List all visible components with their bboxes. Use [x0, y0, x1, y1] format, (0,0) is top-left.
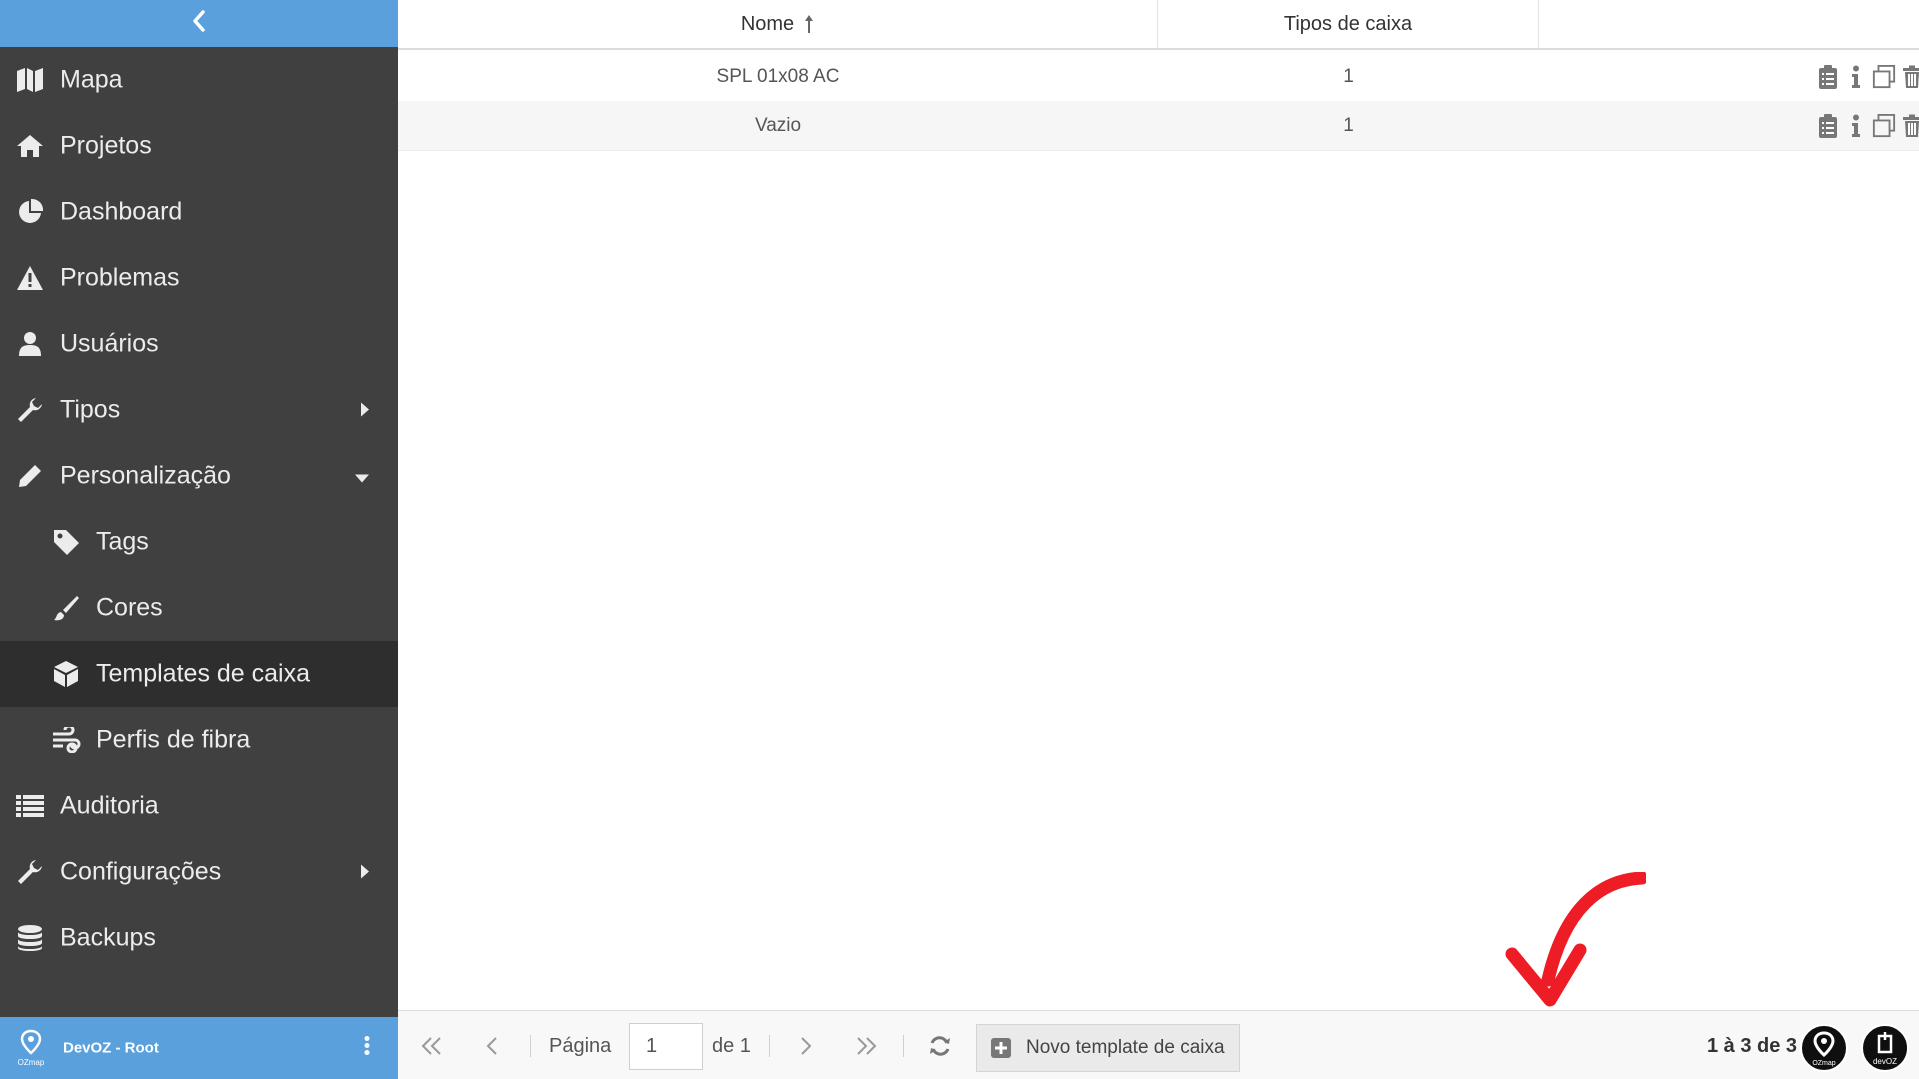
sidebar-item-perfis-de-fibra[interactable]: Perfis de fibra	[0, 707, 398, 773]
cell-tipos: 1	[1343, 65, 1354, 87]
refresh-icon[interactable]	[926, 1033, 954, 1059]
column-header-tipos-de-caixa[interactable]: Tipos de caixa	[1158, 0, 1539, 48]
new-template-label: Novo template de caixa	[1026, 1037, 1225, 1058]
pager-separator	[903, 1035, 904, 1057]
caret-right-icon	[360, 396, 370, 425]
next-page-icon[interactable]	[792, 1033, 820, 1059]
table-row[interactable]: Vazio 1	[398, 101, 1919, 151]
sidebar-menu: Mapa Projetos Dashboard Problemas Usuári…	[0, 47, 398, 971]
sidebar-collapse-button[interactable]	[0, 0, 398, 47]
page-label: Página	[549, 1035, 612, 1057]
sidebar-item-label: Personalização	[60, 461, 231, 490]
sidebar-item-label: Usuários	[60, 329, 159, 358]
page-input[interactable]	[629, 1023, 703, 1070]
new-template-button[interactable]: Novo template de caixa	[976, 1024, 1240, 1072]
sidebar-item-configuracoes[interactable]: Configurações	[0, 839, 398, 905]
sidebar-item-auditoria[interactable]: Auditoria	[0, 773, 398, 839]
cell-nome: SPL 01x08 AC	[716, 65, 840, 87]
trash-icon[interactable]	[1900, 113, 1919, 139]
plus-square-icon	[990, 1037, 1012, 1059]
sidebar-item-projetos[interactable]: Projetos	[0, 113, 398, 179]
cell-actions	[1539, 101, 1919, 150]
fiber-icon	[51, 725, 81, 755]
caret-right-icon	[360, 858, 370, 887]
pencil-icon	[15, 461, 45, 491]
main-content: Nome Tipos de caixa SPL 01x08 AC 1 Vazio…	[398, 0, 1919, 1079]
sidebar-item-label: Tipos	[60, 395, 121, 424]
paint-brush-icon	[51, 593, 81, 623]
copy-icon[interactable]	[1872, 113, 1896, 139]
wrench-icon	[15, 395, 45, 425]
sidebar-item-tags[interactable]: Tags	[0, 509, 398, 575]
sidebar-item-label: Dashboard	[60, 197, 183, 226]
sidebar: Mapa Projetos Dashboard Problemas Usuári…	[0, 0, 398, 1079]
ozmap-badge-text: OZmap	[1812, 1060, 1835, 1067]
sidebar-item-cores[interactable]: Cores	[0, 575, 398, 641]
pager-separator	[769, 1035, 770, 1057]
sidebar-user-bar: OZmap DevOZ - Root	[0, 1017, 398, 1079]
sidebar-item-mapa[interactable]: Mapa	[0, 47, 398, 113]
sidebar-item-label: Cores	[96, 593, 163, 622]
sidebar-item-dashboard[interactable]: Dashboard	[0, 179, 398, 245]
home-icon	[15, 131, 45, 161]
cell-actions	[1539, 52, 1919, 101]
caret-down-icon	[354, 462, 370, 491]
table-header: Nome Tipos de caixa	[398, 0, 1919, 50]
cell-tipos: 1	[1343, 114, 1354, 136]
map-icon	[15, 65, 45, 95]
column-header-nome[interactable]: Nome	[398, 0, 1158, 48]
cell-nome: Vazio	[754, 114, 802, 136]
sidebar-item-label: Problemas	[60, 263, 180, 292]
sidebar-item-label: Perfis de fibra	[96, 725, 251, 754]
user-icon	[15, 329, 45, 359]
info-icon[interactable]	[1844, 113, 1868, 139]
sidebar-item-label: Mapa	[60, 65, 123, 94]
annotation-arrow-icon	[1505, 872, 1646, 1007]
more-vertical-icon[interactable]	[364, 1036, 370, 1061]
clipboard-icon[interactable]	[1816, 113, 1840, 139]
record-count: 1 à 3 de 3	[1707, 1035, 1798, 1057]
tag-icon	[51, 527, 81, 557]
previous-page-icon[interactable]	[478, 1033, 506, 1059]
column-header-actions	[1539, 0, 1919, 48]
warning-icon	[15, 263, 45, 293]
chevron-left-icon	[191, 10, 207, 37]
list-icon	[15, 791, 45, 821]
copy-icon[interactable]	[1872, 64, 1896, 90]
ozmap-logo-text: OZmap	[18, 1058, 45, 1067]
database-icon	[15, 923, 45, 953]
pager: Página de 1 Novo template de caixa 1 à 3…	[398, 1010, 1919, 1079]
pie-chart-icon	[15, 197, 45, 227]
pager-separator	[530, 1035, 531, 1057]
devoz-badge-text: devOZ	[1873, 1057, 1897, 1066]
sidebar-item-label: Configurações	[60, 857, 222, 886]
page-of-label: de 1	[712, 1035, 751, 1057]
sidebar-item-personalizacao[interactable]: Personalização	[0, 443, 398, 509]
sidebar-item-usuarios[interactable]: Usuários	[0, 311, 398, 377]
sidebar-item-templates-de-caixa[interactable]: Templates de caixa	[0, 641, 398, 707]
first-page-icon[interactable]	[418, 1033, 446, 1059]
cube-icon	[51, 659, 81, 689]
ozmap-logo: OZmap	[16, 1029, 46, 1069]
sidebar-item-tipos[interactable]: Tipos	[0, 377, 398, 443]
wrench-icon	[15, 857, 45, 887]
user-name: DevOZ - Root	[63, 1039, 159, 1057]
sidebar-item-backups[interactable]: Backups	[0, 905, 398, 971]
sidebar-item-label: Auditoria	[60, 791, 159, 820]
clipboard-icon[interactable]	[1816, 64, 1840, 90]
last-page-icon[interactable]	[852, 1033, 880, 1059]
sidebar-item-problemas[interactable]: Problemas	[0, 245, 398, 311]
info-icon[interactable]	[1844, 64, 1868, 90]
devoz-badge[interactable]: devOZ	[1861, 1024, 1909, 1072]
sidebar-item-label: Backups	[60, 923, 156, 952]
sort-ascending-icon	[804, 14, 814, 34]
sidebar-item-label: Tags	[96, 527, 149, 556]
trash-icon[interactable]	[1900, 64, 1919, 90]
ozmap-badge[interactable]: OZmap	[1800, 1024, 1848, 1072]
column-label: Tipos de caixa	[1283, 12, 1413, 35]
column-label: Nome	[740, 12, 795, 35]
sidebar-item-label: Templates de caixa	[96, 659, 311, 688]
table-row[interactable]: SPL 01x08 AC 1	[398, 52, 1919, 102]
sidebar-item-label: Projetos	[60, 131, 152, 160]
